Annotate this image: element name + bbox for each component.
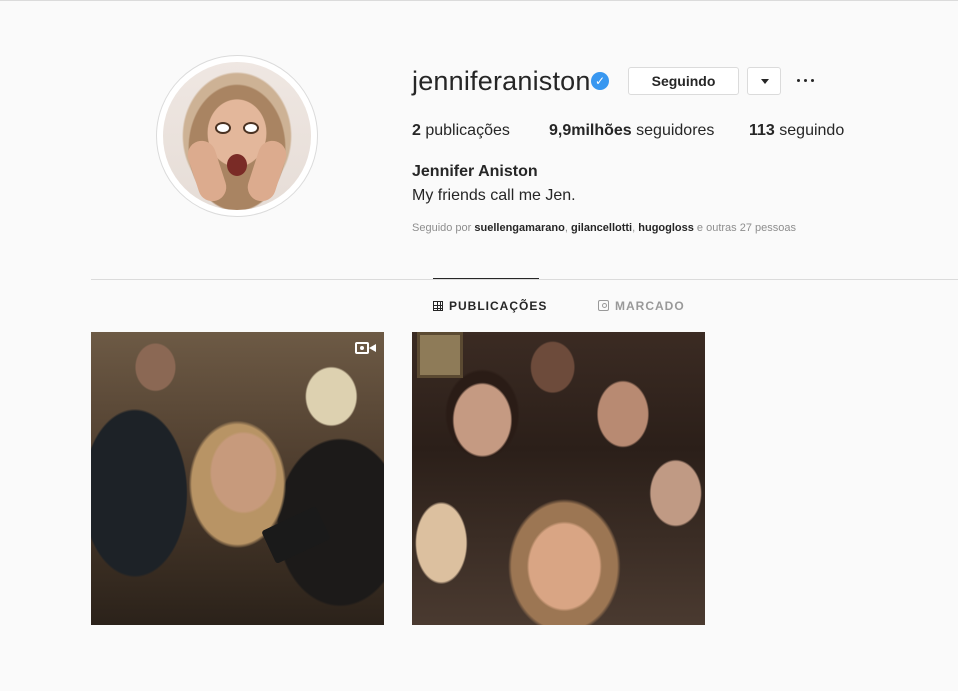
posts-count-stat: 2 publicações [412, 122, 510, 140]
grid-icon [433, 300, 443, 311]
followed-by-user[interactable]: suellengamarano [474, 222, 564, 234]
tab-label: MARCADO [615, 299, 685, 313]
profile-bio: My friends call me Jen. [412, 187, 576, 204]
post-thumbnail[interactable] [412, 332, 705, 625]
followed-by-suffix: e outras 27 pessoas [696, 222, 796, 234]
active-tab-indicator [433, 278, 539, 279]
following-button[interactable]: Seguindo [628, 67, 739, 95]
following-label: seguindo [779, 122, 845, 139]
avatar-eye-left [215, 122, 231, 134]
followers-count: 9,9milhões [549, 122, 632, 139]
more-options-icon[interactable] [796, 74, 816, 88]
video-icon [355, 341, 376, 355]
avatar-hand-left [184, 137, 230, 205]
tabs-divider [91, 279, 958, 280]
verified-badge-icon: ✓ [591, 72, 609, 90]
posts-count: 2 [412, 122, 421, 139]
followed-by-user[interactable]: hugogloss [638, 222, 694, 234]
profile-username: jenniferaniston [412, 66, 591, 96]
followed-by-prefix: Seguido por [412, 222, 472, 234]
followers-label: seguidores [636, 122, 715, 139]
posts-label: publicações [425, 122, 510, 139]
avatar-mouth [227, 154, 247, 176]
profile-avatar[interactable] [163, 62, 311, 210]
tagged-icon [598, 300, 609, 312]
top-border [0, 0, 958, 1]
followed-by-text[interactable]: Seguido por suellengamarano, gilancellot… [412, 222, 796, 234]
tab-publicacoes[interactable]: PUBLICAÇÕES [433, 299, 547, 313]
post-thumbnail[interactable] [91, 332, 384, 625]
avatar-eye-right [243, 122, 259, 134]
following-count: 113 [749, 122, 775, 139]
followers-count-stat[interactable]: 9,9milhões seguidores [549, 122, 714, 140]
tab-marcado[interactable]: MARCADO [598, 299, 685, 313]
chevron-down-icon [761, 79, 769, 84]
tablet-shape [261, 506, 331, 564]
profile-full-name: Jennifer Aniston [412, 163, 538, 180]
tab-label: PUBLICAÇÕES [449, 299, 548, 313]
wall-frame-shape [417, 332, 463, 378]
followed-by-user[interactable]: gilancellotti [571, 222, 632, 234]
suggestions-dropdown-button[interactable] [747, 67, 781, 95]
following-count-stat[interactable]: 113 seguindo [749, 122, 844, 140]
